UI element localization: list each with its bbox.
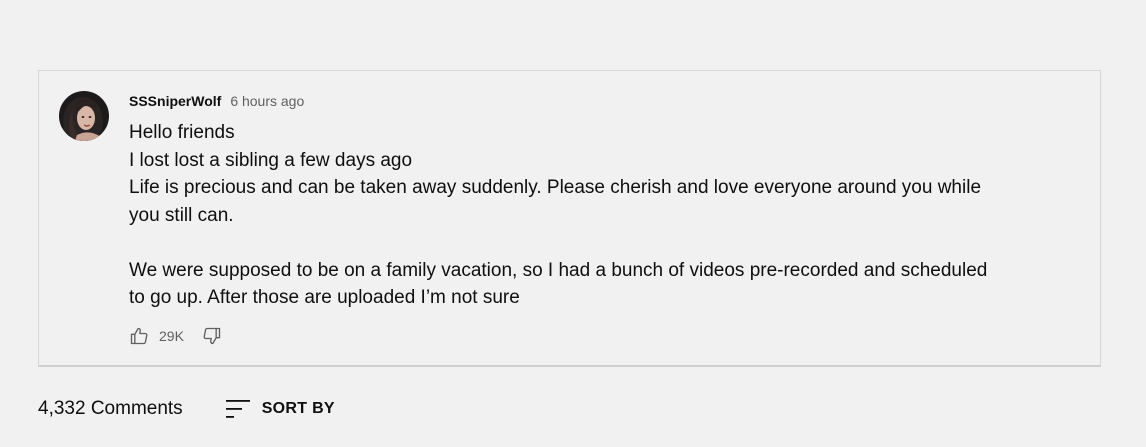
- sort-icon: [225, 400, 250, 418]
- comments-header: 4,332 Comments SORT BY: [38, 398, 335, 420]
- avatar-photo-icon: [59, 91, 109, 141]
- like-button[interactable]: [129, 326, 149, 346]
- pinned-comment-card: SSSniperWolf 6 hours ago Hello friends I…: [38, 70, 1101, 367]
- thumbs-down-icon: [203, 327, 221, 345]
- comment-actions: 29K: [129, 326, 222, 346]
- comment-line: Hello friends: [129, 122, 235, 143]
- like-count: 29K: [159, 328, 184, 344]
- sort-by-label: SORT BY: [261, 400, 335, 417]
- comment-line: to go up. After those are uploaded I’m n…: [129, 287, 520, 308]
- comment-line: Life is precious and can be taken away s…: [129, 177, 982, 198]
- comment-header: SSSniperWolf 6 hours ago: [129, 93, 304, 109]
- comment-line: I lost lost a sibling a few days ago: [129, 149, 413, 171]
- avatar[interactable]: [59, 91, 109, 141]
- dislike-button[interactable]: [202, 326, 222, 346]
- author-name[interactable]: SSSniperWolf: [129, 93, 221, 109]
- sort-by-button[interactable]: SORT BY: [225, 398, 335, 420]
- comment-line: We were supposed to be on a family vacat…: [129, 259, 988, 281]
- comment-timestamp[interactable]: 6 hours ago: [230, 93, 304, 109]
- comment-text: Hello friends I lost lost a sibling a fe…: [129, 119, 1039, 312]
- thumbs-up-icon: [130, 327, 148, 345]
- comment-blank-line: [129, 229, 1039, 257]
- comment-line: you still can.: [129, 204, 234, 226]
- comment-count: 4,332 Comments: [38, 398, 183, 419]
